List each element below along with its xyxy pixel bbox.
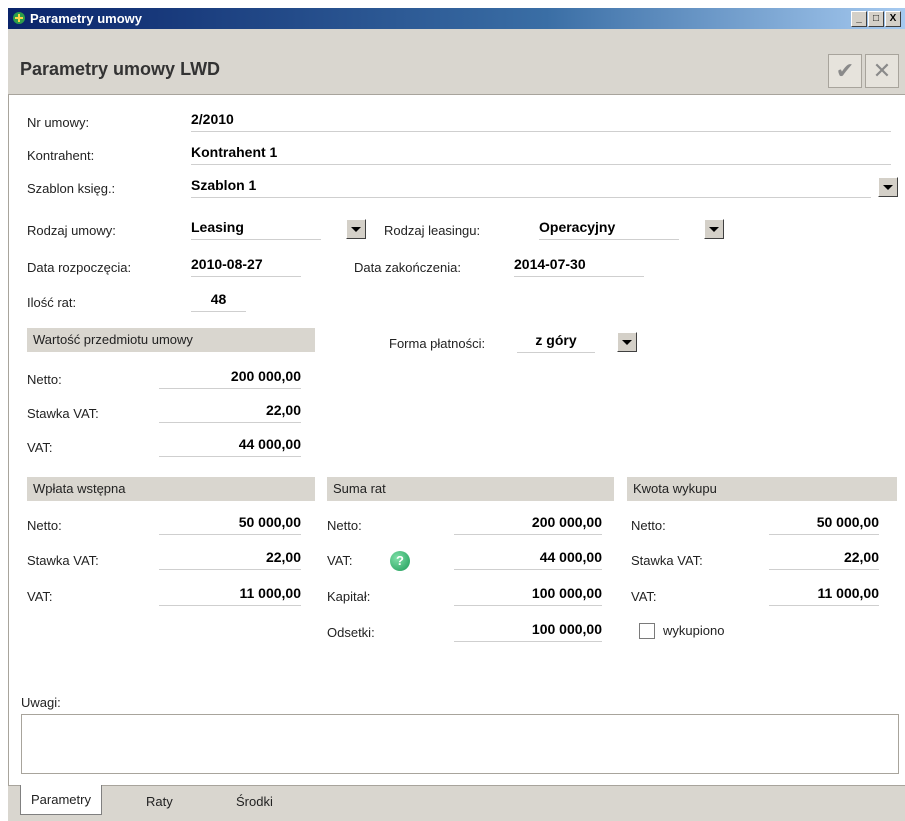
wplata-vat-field[interactable]: 11 000,00 bbox=[159, 585, 301, 606]
rodzaj-leasingu-select[interactable]: Operacyjny bbox=[539, 219, 679, 240]
wplata-netto-field[interactable]: 50 000,00 bbox=[159, 514, 301, 535]
window-titlebar: Parametry umowy _ □ X bbox=[8, 8, 905, 29]
wplata-netto-label: Netto: bbox=[27, 518, 62, 533]
rodzaj-umowy-label: Rodzaj umowy: bbox=[27, 223, 116, 238]
wartosc-vat-label: VAT: bbox=[27, 440, 53, 455]
minimize-button[interactable]: _ bbox=[851, 11, 867, 27]
suma-odsetki-field[interactable]: 100 000,00 bbox=[454, 621, 602, 642]
uwagi-label: Uwagi: bbox=[21, 695, 61, 710]
cancel-button[interactable]: ✕ bbox=[865, 54, 899, 88]
forma-platnosci-select[interactable]: z góry bbox=[517, 332, 595, 353]
suma-kapital-field[interactable]: 100 000,00 bbox=[454, 585, 602, 606]
wykup-netto-field[interactable]: 50 000,00 bbox=[769, 514, 879, 535]
forma-platnosci-dropdown-button[interactable] bbox=[617, 332, 637, 352]
check-icon: ✔ bbox=[835, 58, 855, 83]
wykupiono-checkbox[interactable] bbox=[639, 623, 655, 639]
rodzaj-umowy-select[interactable]: Leasing bbox=[191, 219, 321, 240]
window-title: Parametry umowy bbox=[30, 11, 142, 26]
szablon-label: Szablon księg.: bbox=[27, 181, 116, 196]
kontrahent-label: Kontrahent: bbox=[27, 148, 95, 163]
suma-rat-section-header: Suma rat bbox=[327, 477, 614, 501]
help-icon[interactable]: ? bbox=[390, 551, 410, 571]
dialog-header: Parametry umowy LWD ✔ ✕ bbox=[8, 29, 905, 95]
wykup-section-header: Kwota wykupu bbox=[627, 477, 897, 501]
tab-raty[interactable]: Raty bbox=[136, 790, 183, 814]
tab-srodki[interactable]: Środki bbox=[226, 790, 283, 814]
rodzaj-leasingu-dropdown-button[interactable] bbox=[704, 219, 724, 239]
form-content: Nr umowy: 2/2010 Kontrahent: Kontrahent … bbox=[8, 95, 905, 785]
page-title: Parametry umowy LWD bbox=[20, 59, 221, 79]
data-rozpoczecia-label: Data rozpoczęcia: bbox=[27, 260, 132, 275]
wplata-stawka-field[interactable]: 22,00 bbox=[159, 549, 301, 570]
ilosc-rat-label: Ilość rat: bbox=[27, 295, 77, 310]
suma-odsetki-label: Odsetki: bbox=[327, 625, 375, 640]
data-rozpoczecia-field[interactable]: 2010-08-27 bbox=[191, 256, 301, 277]
data-zakonczenia-field[interactable]: 2014-07-30 bbox=[514, 256, 644, 277]
data-zakonczenia-label: Data zakończenia: bbox=[354, 260, 461, 275]
wykupiono-label: wykupiono bbox=[663, 623, 725, 638]
wartosc-section-header: Wartość przedmiotu umowy bbox=[27, 328, 315, 352]
maximize-button[interactable]: □ bbox=[868, 11, 884, 27]
ilosc-rat-field[interactable]: 48 bbox=[191, 291, 246, 312]
wartosc-netto-field[interactable]: 200 000,00 bbox=[159, 368, 301, 389]
uwagi-textarea[interactable] bbox=[21, 714, 899, 774]
app-icon bbox=[13, 12, 25, 24]
suma-vat-label: VAT: bbox=[327, 553, 353, 568]
wplata-stawka-label: Stawka VAT: bbox=[27, 553, 99, 568]
suma-kapital-label: Kapitał: bbox=[327, 589, 371, 604]
wartosc-stawka-field[interactable]: 22,00 bbox=[159, 402, 301, 423]
szablon-select[interactable]: Szablon 1 bbox=[191, 177, 871, 198]
wykup-stawka-label: Stawka VAT: bbox=[631, 553, 703, 568]
close-window-button[interactable]: X bbox=[885, 11, 901, 27]
wartosc-vat-field[interactable]: 44 000,00 bbox=[159, 436, 301, 457]
wartosc-netto-label: Netto: bbox=[27, 372, 62, 387]
nr-umowy-field[interactable]: 2/2010 bbox=[191, 111, 891, 132]
tab-bar: Parametry Raty Środki bbox=[8, 785, 905, 821]
suma-vat-field[interactable]: 44 000,00 bbox=[454, 549, 602, 570]
szablon-dropdown-button[interactable] bbox=[878, 177, 898, 197]
wykup-netto-label: Netto: bbox=[631, 518, 666, 533]
wartosc-stawka-label: Stawka VAT: bbox=[27, 406, 99, 421]
wplata-section-header: Wpłata wstępna bbox=[27, 477, 315, 501]
wplata-vat-label: VAT: bbox=[27, 589, 53, 604]
wykup-vat-field[interactable]: 11 000,00 bbox=[769, 585, 879, 606]
forma-platnosci-label: Forma płatności: bbox=[389, 336, 486, 351]
suma-netto-label: Netto: bbox=[327, 518, 362, 533]
wykup-stawka-field[interactable]: 22,00 bbox=[769, 549, 879, 570]
wykup-vat-label: VAT: bbox=[631, 589, 657, 604]
kontrahent-field[interactable]: Kontrahent 1 bbox=[191, 144, 891, 165]
tab-parametry[interactable]: Parametry bbox=[20, 785, 102, 815]
rodzaj-leasingu-label: Rodzaj leasingu: bbox=[384, 223, 481, 238]
nr-umowy-label: Nr umowy: bbox=[27, 115, 90, 130]
rodzaj-umowy-dropdown-button[interactable] bbox=[346, 219, 366, 239]
confirm-button[interactable]: ✔ bbox=[828, 54, 862, 88]
close-icon: ✕ bbox=[872, 58, 892, 83]
suma-netto-field[interactable]: 200 000,00 bbox=[454, 514, 602, 535]
